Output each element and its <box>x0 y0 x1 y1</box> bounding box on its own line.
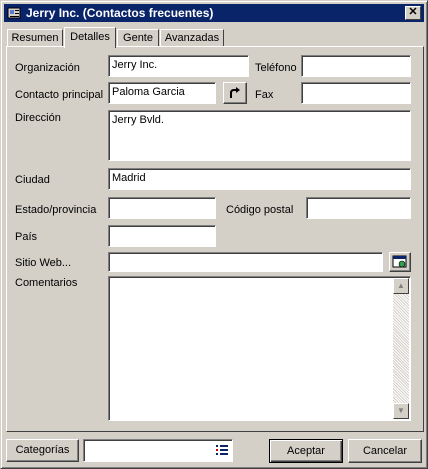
address-label: Dirección <box>15 112 61 124</box>
categories-button[interactable]: Categorías <box>6 439 79 462</box>
up-arrow-icon: ▲ <box>397 281 405 290</box>
comments-label: Comentarios <box>15 277 78 289</box>
phone-field[interactable] <box>301 55 411 77</box>
details-panel: Organización Jerry Inc. Teléfono Contact… <box>6 46 424 432</box>
website-label[interactable]: Sitio Web... <box>15 257 71 269</box>
contact-label: Contacto principal <box>15 89 104 101</box>
accept-button-label: Aceptar <box>287 445 325 457</box>
website-field[interactable] <box>108 252 383 272</box>
open-website-button[interactable] <box>389 252 411 272</box>
organization-label: Organización <box>15 62 80 74</box>
cancel-button[interactable]: Cancelar <box>348 439 422 463</box>
contact-window: Jerry Inc. (Contactos frecuentes) ✕ Resu… <box>0 0 428 469</box>
city-field[interactable]: Madrid <box>108 168 411 190</box>
state-field[interactable] <box>108 197 216 219</box>
tab-label: Avanzadas <box>164 32 220 44</box>
phone-label: Teléfono <box>255 62 297 74</box>
categories-field[interactable] <box>83 439 233 462</box>
zip-label: Código postal <box>226 204 294 216</box>
categories-button-label: Categorías <box>15 444 70 456</box>
close-button[interactable]: ✕ <box>405 6 421 20</box>
fax-label: Fax <box>255 89 274 101</box>
contact-card-icon <box>7 7 21 19</box>
category-list-button[interactable] <box>215 443 230 457</box>
state-label: Estado/provincia <box>15 204 97 216</box>
organization-field[interactable]: Jerry Inc. <box>108 55 249 77</box>
contact-field[interactable]: Paloma Garcia <box>108 82 216 104</box>
browser-icon <box>392 255 407 268</box>
tab-avanzadas[interactable]: Avanzadas <box>160 29 224 46</box>
city-label: Ciudad <box>15 174 50 186</box>
tab-gente[interactable]: Gente <box>117 29 159 46</box>
contact-lookup-button[interactable] <box>223 82 247 104</box>
tab-detalles[interactable]: Detalles <box>64 27 116 48</box>
window-title: Jerry Inc. (Contactos frecuentes) <box>26 6 214 20</box>
tab-label: Gente <box>123 32 153 44</box>
comments-field[interactable]: ▲ ▼ <box>108 276 411 421</box>
comments-scrollbar[interactable]: ▲ ▼ <box>393 278 409 419</box>
arrow-forward-icon <box>230 87 240 98</box>
accept-button[interactable]: Aceptar <box>269 439 343 463</box>
scroll-up-button[interactable]: ▲ <box>393 278 409 294</box>
country-field[interactable] <box>108 225 216 247</box>
tab-label: Resumen <box>11 32 59 44</box>
scroll-down-button[interactable]: ▼ <box>393 403 409 419</box>
address-field[interactable]: Jerry Bvld. <box>108 110 411 161</box>
zip-field[interactable] <box>306 197 411 219</box>
fax-field[interactable] <box>301 82 411 104</box>
down-arrow-icon: ▼ <box>397 406 405 415</box>
tab-label: Detalles <box>70 31 110 43</box>
country-label: País <box>15 231 38 243</box>
close-icon: ✕ <box>408 6 418 18</box>
list-icon <box>216 445 228 455</box>
cancel-button-label: Cancelar <box>362 445 408 457</box>
tab-resumen[interactable]: Resumen <box>7 29 63 46</box>
title-bar[interactable]: Jerry Inc. (Contactos frecuentes) ✕ <box>4 4 424 22</box>
